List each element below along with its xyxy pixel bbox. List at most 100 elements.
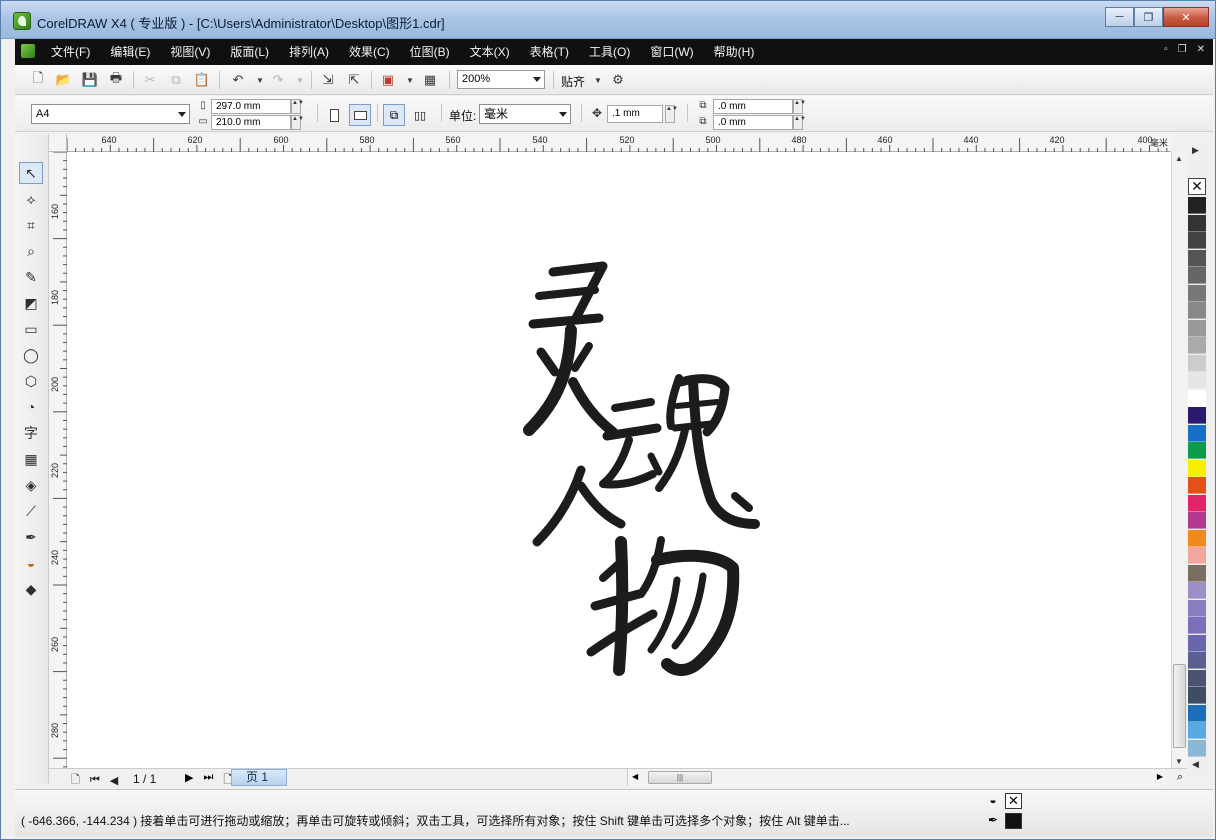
pick-tool-icon[interactable]: ↖ <box>19 162 43 184</box>
palette-color-swatch[interactable] <box>1188 529 1206 547</box>
palette-color-swatch[interactable] <box>1188 389 1206 407</box>
menu-tools[interactable]: 工具(O) <box>579 39 640 65</box>
zoom-tool-icon[interactable]: ⌕ <box>19 240 43 262</box>
dup-y-spinner[interactable]: ▲▼ <box>793 115 806 130</box>
menu-window[interactable]: 窗口(W) <box>640 39 703 65</box>
ruler-origin-corner[interactable] <box>49 134 67 152</box>
polygon-tool-icon[interactable]: ⬡ <box>19 370 43 392</box>
duplicate-x-field[interactable]: .0 mm <box>713 99 793 114</box>
smart-fill-tool-icon[interactable]: ◩ <box>19 292 43 314</box>
no-fill-swatch[interactable]: ✕ <box>1188 178 1206 195</box>
outline-color-swatch[interactable] <box>1005 813 1022 829</box>
palette-color-swatch[interactable] <box>1188 442 1206 459</box>
palette-color-swatch[interactable] <box>1188 739 1206 757</box>
doc-close-button[interactable]: ✕ <box>1197 44 1205 55</box>
launcher-dropdown-icon[interactable]: ▼ <box>401 71 419 89</box>
portrait-button[interactable] <box>323 104 345 126</box>
interactive-fill-tool-icon[interactable]: ◆ <box>19 578 43 600</box>
palette-color-swatch[interactable] <box>1188 232 1206 249</box>
scroll-right-icon[interactable]: ▶ <box>1157 772 1163 781</box>
outline-tool-icon[interactable]: ✒ <box>19 526 43 548</box>
paper-size-select[interactable]: A4 <box>31 104 190 124</box>
menu-layout[interactable]: 版面(L) <box>220 39 279 65</box>
palette-color-swatch[interactable] <box>1188 372 1206 389</box>
freehand-tool-icon[interactable]: ✎ <box>19 266 43 288</box>
palette-color-swatch[interactable] <box>1188 512 1206 529</box>
doc-minimize-button[interactable]: ▫ <box>1164 44 1168 55</box>
paste-icon[interactable]: 📋 <box>193 71 211 89</box>
minimize-button[interactable]: ─ <box>1105 7 1134 27</box>
next-page-icon[interactable]: ▶ <box>185 771 193 790</box>
page-tab-1[interactable]: 页 1 <box>231 769 287 786</box>
palette-color-swatch[interactable] <box>1188 337 1206 354</box>
menu-text[interactable]: 文本(X) <box>460 39 520 65</box>
basic-shapes-tool-icon[interactable]: ◔ <box>19 396 43 418</box>
horizontal-ruler[interactable]: 640 620 600 580 560 540 520 500 480 460 … <box>67 134 1171 152</box>
horizontal-scrollbar[interactable]: ◀ ||| ▶ <box>627 769 1167 786</box>
palette-color-swatch[interactable] <box>1188 197 1206 214</box>
menu-table[interactable]: 表格(T) <box>520 39 579 65</box>
options-icon[interactable]: ⚙ <box>609 71 627 89</box>
zoom-level-select[interactable]: 200% <box>457 70 545 89</box>
palette-color-swatch[interactable] <box>1188 617 1206 634</box>
welcome-screen-icon[interactable]: ▦ <box>421 71 439 89</box>
palette-color-swatch[interactable] <box>1188 477 1206 494</box>
current-page-button[interactable]: ▯▯ <box>409 104 431 126</box>
scroll-down-icon[interactable]: ▼ <box>1175 757 1183 766</box>
palette-color-swatch[interactable] <box>1188 669 1206 687</box>
undo-icon[interactable]: ↶ <box>229 71 247 89</box>
cut-icon[interactable]: ✂ <box>141 71 159 89</box>
fill-color-swatch[interactable]: ✕ <box>1005 793 1022 809</box>
coreldraw-app-icon[interactable] <box>13 12 31 30</box>
drawing-canvas[interactable] <box>67 152 1171 768</box>
palette-color-swatch[interactable] <box>1188 687 1206 704</box>
palette-color-swatch[interactable] <box>1188 424 1206 442</box>
palette-color-swatch[interactable] <box>1188 249 1206 267</box>
document-icon[interactable] <box>21 44 35 58</box>
undo-dropdown-icon[interactable]: ▼ <box>251 71 269 89</box>
page-height-field[interactable]: 210.0 mm <box>211 115 291 130</box>
palette-color-swatch[interactable] <box>1188 582 1206 599</box>
redo-icon[interactable]: ↷ <box>269 71 287 89</box>
redo-dropdown-icon[interactable]: ▼ <box>291 71 309 89</box>
palette-color-swatch[interactable] <box>1188 459 1206 477</box>
eyedropper-tool-icon[interactable]: ⟋ <box>19 500 43 522</box>
landscape-button[interactable] <box>349 104 371 126</box>
add-page-before-icon[interactable]: 🗋 <box>71 771 80 790</box>
snap-to-button[interactable]: 贴齐 <box>561 73 585 90</box>
vertical-scroll-thumb[interactable] <box>1173 664 1186 748</box>
new-document-icon[interactable]: 🗋 <box>29 70 47 89</box>
fill-tool-icon[interactable]: ◒ <box>19 552 43 574</box>
zoom-navigator-icon[interactable]: ⌕ <box>1177 771 1183 784</box>
palette-color-swatch[interactable] <box>1188 652 1206 669</box>
palette-scroll-up-icon[interactable]: ▶ <box>1192 145 1199 156</box>
previous-page-icon[interactable]: ◀ <box>110 774 118 787</box>
table-tool-icon[interactable]: ▦ <box>19 448 43 470</box>
export-icon[interactable]: ⇱ <box>345 71 363 89</box>
shape-tool-icon[interactable]: ⟡ <box>19 188 43 210</box>
horizontal-scroll-thumb[interactable]: ||| <box>648 771 712 784</box>
palette-color-swatch[interactable] <box>1188 302 1206 319</box>
palette-color-swatch[interactable] <box>1188 214 1206 232</box>
menu-effects[interactable]: 效果(C) <box>339 39 400 65</box>
palette-color-swatch[interactable] <box>1188 547 1206 564</box>
doc-restore-button[interactable]: ❐ <box>1178 44 1187 55</box>
drawing-unit-select[interactable]: 毫米 <box>479 104 571 124</box>
snap-dropdown-icon[interactable]: ▼ <box>589 71 607 89</box>
palette-color-swatch[interactable] <box>1188 407 1206 424</box>
palette-color-swatch[interactable] <box>1188 564 1206 582</box>
copy-icon[interactable]: ⧉ <box>167 71 185 89</box>
palette-color-swatch[interactable] <box>1188 354 1206 372</box>
menu-file[interactable]: 文件(F) <box>41 39 100 65</box>
palette-color-swatch[interactable] <box>1188 634 1206 652</box>
last-page-icon[interactable]: ⏭ <box>203 771 213 790</box>
scroll-left-icon[interactable]: ◀ <box>632 772 638 781</box>
nudge-spinner[interactable]: ▲▼ <box>665 105 678 123</box>
palette-color-swatch[interactable] <box>1188 284 1206 302</box>
text-tool-icon[interactable]: 字 <box>19 422 43 444</box>
menu-arrange[interactable]: 排列(A) <box>279 39 339 65</box>
palette-color-swatch[interactable] <box>1188 267 1206 284</box>
open-folder-icon[interactable]: 📂 <box>55 71 73 89</box>
vertical-ruler[interactable]: 160 180 200 220 240 260 280 <box>49 152 67 768</box>
rectangle-tool-icon[interactable]: ▭ <box>19 318 43 340</box>
